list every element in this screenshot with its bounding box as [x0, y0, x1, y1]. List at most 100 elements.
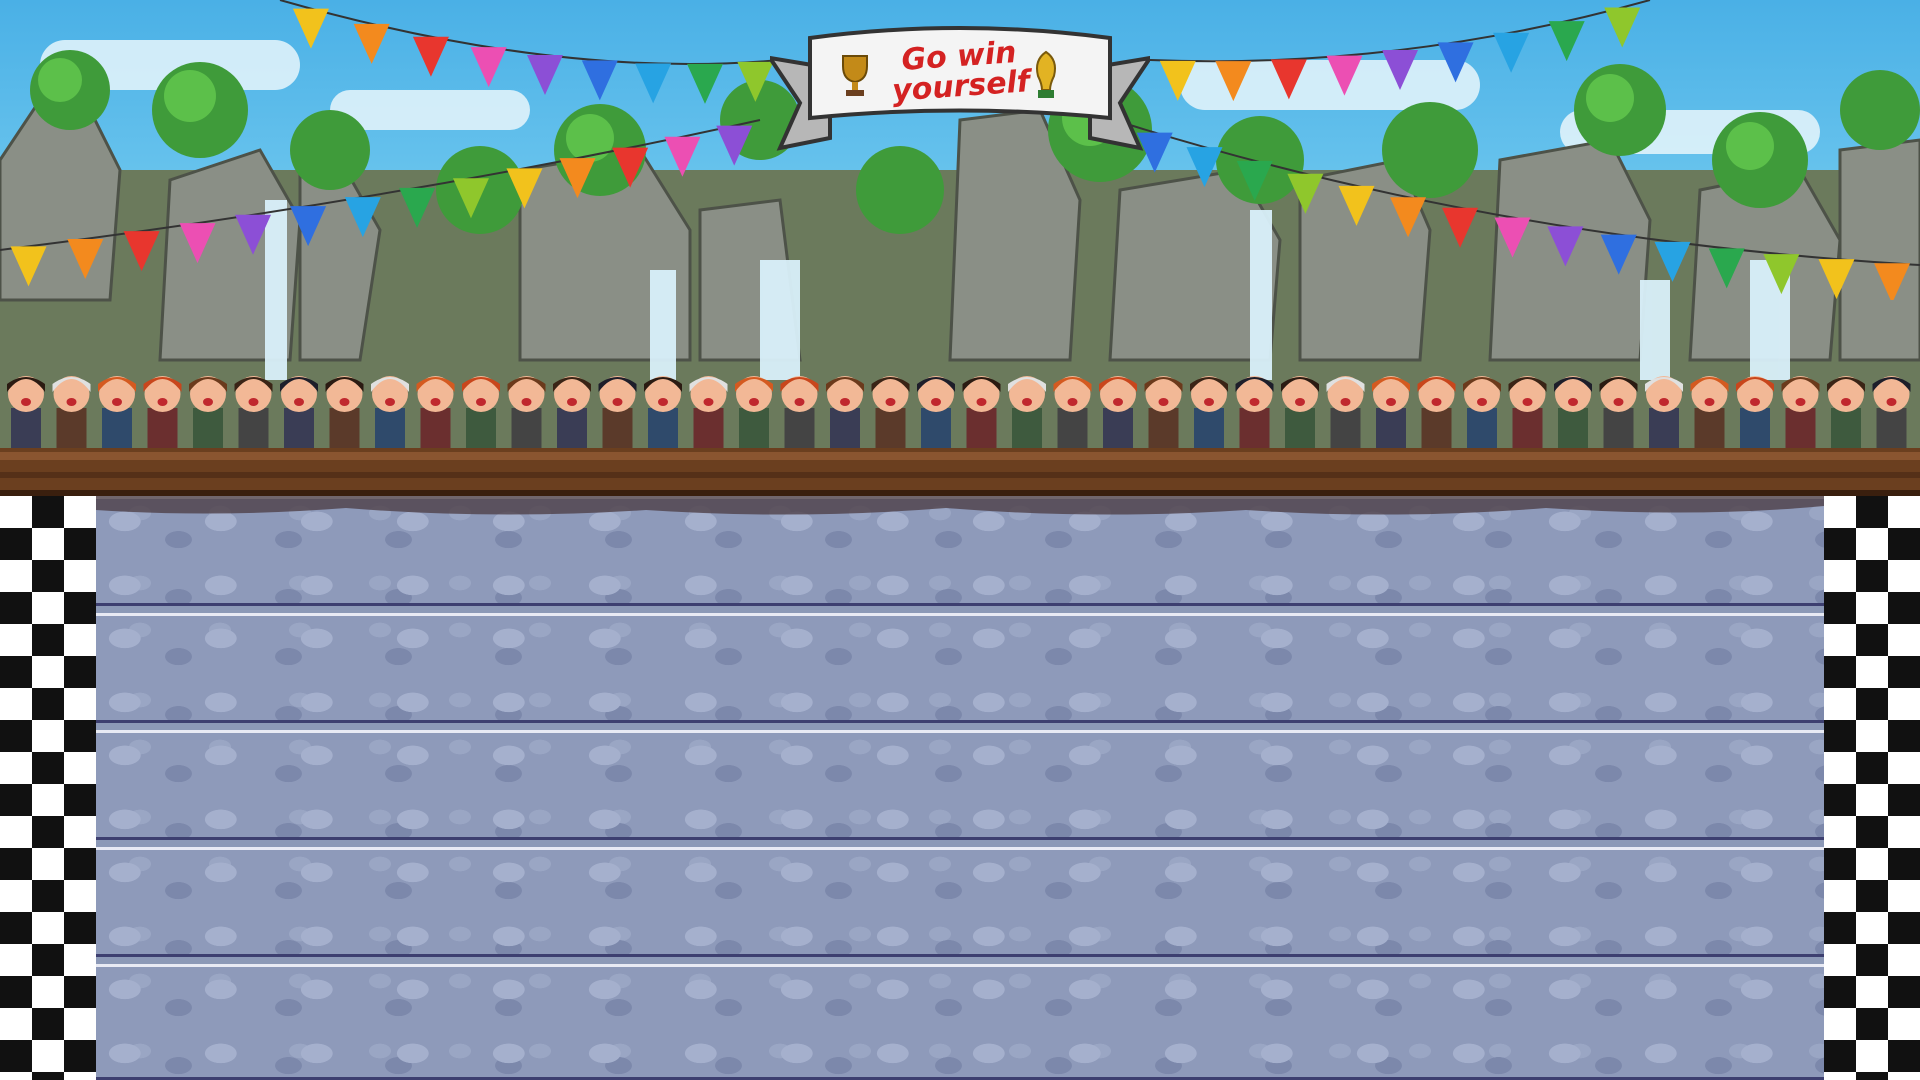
spectator	[780, 376, 819, 448]
bunting-flag	[353, 23, 390, 64]
bunting-flag	[1236, 160, 1273, 201]
spectator	[553, 376, 591, 448]
bunting-flag	[1494, 217, 1531, 258]
bunting-flag	[1600, 234, 1637, 275]
spectator	[735, 376, 773, 448]
spectator	[280, 376, 318, 448]
spectator	[962, 376, 1001, 448]
spectator	[1872, 376, 1911, 448]
bunting-flag	[527, 55, 563, 95]
race-track	[96, 496, 1824, 1080]
spectator	[871, 376, 910, 448]
bunting-flag	[344, 197, 381, 238]
spectator	[1463, 376, 1501, 448]
spectator	[189, 376, 227, 448]
bunting-flag	[470, 47, 507, 88]
bunting-flag	[635, 63, 672, 104]
spectator	[98, 376, 136, 448]
bunting-flag	[1442, 207, 1479, 248]
world-cup-trophy-icon	[1032, 50, 1060, 102]
bunting-flag	[1382, 50, 1418, 90]
bunting-flag	[506, 168, 543, 209]
track-lane-5	[96, 964, 1824, 1080]
bunting-flag	[1604, 7, 1641, 48]
bunting-flag	[581, 60, 618, 101]
bunting-flag	[1186, 147, 1223, 188]
bunting-flag	[1437, 42, 1474, 83]
bunting-flag	[179, 223, 216, 264]
bunting-flag	[290, 206, 327, 247]
spectator	[325, 376, 364, 448]
track-lane-3	[96, 730, 1824, 840]
bunting-flag	[10, 246, 47, 287]
track-lane-2	[96, 613, 1824, 723]
bunting-flag	[292, 8, 329, 49]
bunting-flag	[559, 158, 596, 199]
spectator	[689, 376, 728, 448]
bunting-flag	[1270, 59, 1307, 100]
spectator	[644, 376, 682, 448]
bunting-flag	[1654, 241, 1691, 282]
spectator	[1144, 376, 1183, 448]
spectator	[1554, 376, 1592, 448]
spectator-crowd	[7, 376, 1911, 448]
spectator	[416, 376, 455, 448]
bunting-flag	[1763, 254, 1800, 295]
spectator	[917, 376, 955, 448]
bunting-flag	[123, 231, 160, 272]
spectator	[234, 376, 273, 448]
bunting-flag	[1548, 21, 1585, 62]
spectator	[507, 376, 546, 448]
spectator	[1645, 376, 1683, 448]
spectator	[1827, 376, 1865, 448]
banner-text: Go win yourself	[891, 35, 1031, 109]
spectator	[143, 376, 182, 448]
bunting-flag	[1326, 55, 1363, 96]
bunting-flag	[1818, 259, 1855, 300]
bunting-flag	[235, 214, 272, 255]
track-lane-4	[96, 847, 1824, 957]
trophy-icon	[838, 52, 872, 102]
bunting-flag	[687, 63, 723, 104]
spectator	[1235, 376, 1274, 448]
spectator	[1781, 376, 1820, 448]
spectator	[1326, 376, 1365, 448]
bunting-flag	[1159, 60, 1196, 101]
bunting-flag	[1874, 263, 1911, 300]
spectator	[1190, 376, 1228, 448]
spectator	[1053, 376, 1092, 448]
spectator	[1281, 376, 1319, 448]
bunting-flag	[1338, 185, 1375, 226]
bunting-flag	[1215, 61, 1252, 102]
bunting-flag	[412, 36, 449, 77]
checkered-flag-icon	[0, 496, 96, 1080]
bunting-flag	[1287, 173, 1324, 214]
spectator	[598, 376, 637, 448]
bunting-flag	[664, 136, 701, 177]
spectator	[826, 376, 864, 448]
bunting-flag	[1547, 226, 1584, 267]
bunting-flag	[1708, 248, 1745, 289]
bunting-flag	[452, 178, 489, 219]
spectator	[1099, 376, 1137, 448]
spectator	[7, 376, 45, 448]
bunting-flag	[1390, 197, 1427, 238]
bunting-flag	[67, 238, 104, 279]
spectator	[1372, 376, 1410, 448]
bunting-flag	[612, 147, 649, 188]
spectator	[1599, 376, 1638, 448]
wooden-fence	[0, 448, 1920, 496]
spectator	[52, 376, 91, 448]
spectator	[1417, 376, 1456, 448]
checkered-flag-icon	[1824, 496, 1920, 1080]
bunting-flag	[737, 61, 774, 102]
bunting-flag	[399, 187, 436, 228]
spectator	[1690, 376, 1729, 448]
spectator	[462, 376, 500, 448]
spectator	[371, 376, 409, 448]
spectator	[1736, 376, 1774, 448]
bunting-flag	[716, 125, 753, 166]
spectator	[1508, 376, 1547, 448]
track-dirt-edge	[96, 496, 1824, 515]
race-scene: Go win yourself	[0, 0, 1920, 1080]
